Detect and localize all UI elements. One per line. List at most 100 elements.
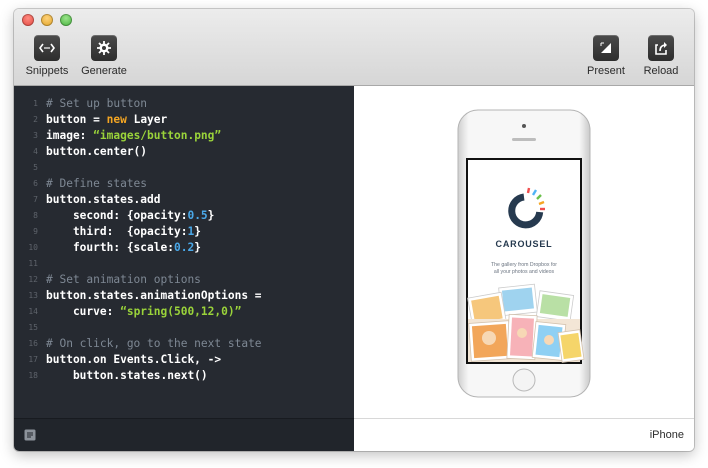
camera-icon xyxy=(522,124,526,128)
code-token: # Define states xyxy=(46,177,148,190)
code-line[interactable]: 12 # Set animation options xyxy=(14,272,354,288)
code-token: 0.5 xyxy=(187,209,208,222)
close-window-button[interactable] xyxy=(22,14,34,26)
code-text: # Set animation options xyxy=(46,272,201,288)
generate-label: Generate xyxy=(81,65,127,77)
gear-icon xyxy=(91,35,117,61)
code-token: } xyxy=(194,241,201,254)
code-token: button.states.add xyxy=(46,193,161,206)
zoom-window-button[interactable] xyxy=(60,14,72,26)
code-token: third: {opacity: xyxy=(46,225,188,238)
present-button[interactable]: Present xyxy=(578,35,634,81)
preview-pane: CAROUSEL The gallery from Dropbox for al… xyxy=(354,86,694,418)
code-text: button.states.add xyxy=(46,192,161,208)
code-line[interactable]: 17 button.on Events.Click, -> xyxy=(14,352,354,368)
code-line[interactable]: 16 # On click, go to the next state xyxy=(14,336,354,352)
minimize-window-button[interactable] xyxy=(41,14,53,26)
device-selector[interactable]: iPhone xyxy=(650,429,684,441)
code-line[interactable]: 15 xyxy=(14,320,354,336)
code-line[interactable]: 2 button = new Layer xyxy=(14,112,354,128)
iphone-device: CAROUSEL The gallery from Dropbox for al… xyxy=(457,109,591,398)
app-tagline-line1: The gallery from Dropbox for xyxy=(491,262,557,268)
line-number: 12 xyxy=(28,275,38,284)
speaker-icon xyxy=(512,138,536,141)
present-label: Present xyxy=(587,65,625,77)
snippets-label: Snippets xyxy=(25,65,69,77)
code-token: new xyxy=(106,113,127,126)
code-token: button.center() xyxy=(46,145,148,158)
code-line[interactable]: 8 second: {opacity:0.5} xyxy=(14,208,354,224)
code-token: button = xyxy=(46,113,107,126)
window-controls xyxy=(22,14,72,26)
code-token: Layer xyxy=(126,113,168,126)
code-text: # Define states xyxy=(46,176,147,192)
code-text: button = new Layer xyxy=(46,112,167,128)
preview-footer: iPhone xyxy=(354,418,694,451)
reload-share-icon xyxy=(648,35,674,61)
code-token: fourth: {scale: xyxy=(46,241,174,254)
code-token: # Set up button xyxy=(46,97,148,110)
snippets-button[interactable]: Snippets xyxy=(19,35,75,81)
code-line[interactable]: 3 image: “images/button.png” xyxy=(14,128,354,144)
code-line[interactable]: 14 curve: “spring(500,12,0)” xyxy=(14,304,354,320)
code-line[interactable]: 5 xyxy=(14,160,354,176)
code-text: button.states.animationOptions = xyxy=(46,288,262,304)
code-token: button.states.animationOptions = xyxy=(46,289,262,302)
code-token: button.states.next() xyxy=(46,369,208,382)
toolbar: Snippets Generate Present Reload xyxy=(14,9,694,86)
line-number: 7 xyxy=(33,195,38,204)
line-number: 6 xyxy=(33,179,38,188)
code-text: button.on Events.Click, -> xyxy=(46,352,221,368)
code-line[interactable]: 4 button.center() xyxy=(14,144,354,160)
line-number: 2 xyxy=(33,115,38,124)
code-token: second: {opacity: xyxy=(46,209,188,222)
code-line[interactable]: 13 button.states.animationOptions = xyxy=(14,288,354,304)
code-line[interactable]: 1 # Set up button xyxy=(14,96,354,112)
reload-label: Reload xyxy=(643,65,679,77)
line-number: 1 xyxy=(33,99,38,108)
code-line[interactable]: 6 # Define states xyxy=(14,176,354,192)
code-line[interactable]: 7 button.states.add xyxy=(14,192,354,208)
code-token: } xyxy=(194,225,201,238)
code-text: button.center() xyxy=(46,144,147,160)
code-text: image: “images/button.png” xyxy=(46,128,221,144)
code-text: fourth: {scale:0.2} xyxy=(46,240,201,256)
notes-icon[interactable] xyxy=(24,429,36,441)
code-token: # On click, go to the next state xyxy=(46,337,262,350)
code-text: button.states.next() xyxy=(46,368,208,384)
code-token: button.on Events.Click, -> xyxy=(46,353,222,366)
photo-collage xyxy=(467,283,585,363)
code-brackets-icon xyxy=(34,35,60,61)
expand-corner-icon xyxy=(593,35,619,61)
generate-button[interactable]: Generate xyxy=(76,35,132,81)
home-button[interactable] xyxy=(512,368,536,392)
code-line[interactable]: 18 button.states.next() xyxy=(14,368,354,384)
code-token: } xyxy=(207,209,215,222)
line-number: 10 xyxy=(28,243,38,252)
code-token: “spring(500,12,0)” xyxy=(120,305,242,318)
code-line[interactable]: 11 xyxy=(14,256,354,272)
code-text: curve: “spring(500,12,0)” xyxy=(46,304,241,320)
code-token: curve: xyxy=(46,305,121,318)
app-tagline-line2: all your photos and videos xyxy=(494,269,555,275)
code-token: image: xyxy=(46,129,94,142)
line-number: 3 xyxy=(33,131,38,140)
reload-button[interactable]: Reload xyxy=(633,35,689,81)
code-lines: 1 # Set up button 2 button = new Layer 3 imag… xyxy=(14,96,354,384)
line-number: 15 xyxy=(28,323,38,332)
app-title: CAROUSEL xyxy=(496,239,553,249)
line-number: 16 xyxy=(28,339,38,348)
line-number: 11 xyxy=(28,259,38,268)
code-token: # Set animation options xyxy=(46,273,201,286)
code-text: second: {opacity:0.5} xyxy=(46,208,214,224)
app-window: Snippets Generate Present Reload 1 # Set… xyxy=(14,9,694,451)
line-number: 17 xyxy=(28,355,38,364)
line-number: 4 xyxy=(33,147,38,156)
code-text: # Set up button xyxy=(46,96,147,112)
line-number: 9 xyxy=(33,227,38,236)
code-line[interactable]: 10 fourth: {scale:0.2} xyxy=(14,240,354,256)
editor-footer xyxy=(14,418,354,451)
code-editor[interactable]: 1 # Set up button 2 button = new Layer 3 imag… xyxy=(14,86,354,418)
line-number: 14 xyxy=(28,307,38,316)
code-line[interactable]: 9 third: {opacity:1} xyxy=(14,224,354,240)
